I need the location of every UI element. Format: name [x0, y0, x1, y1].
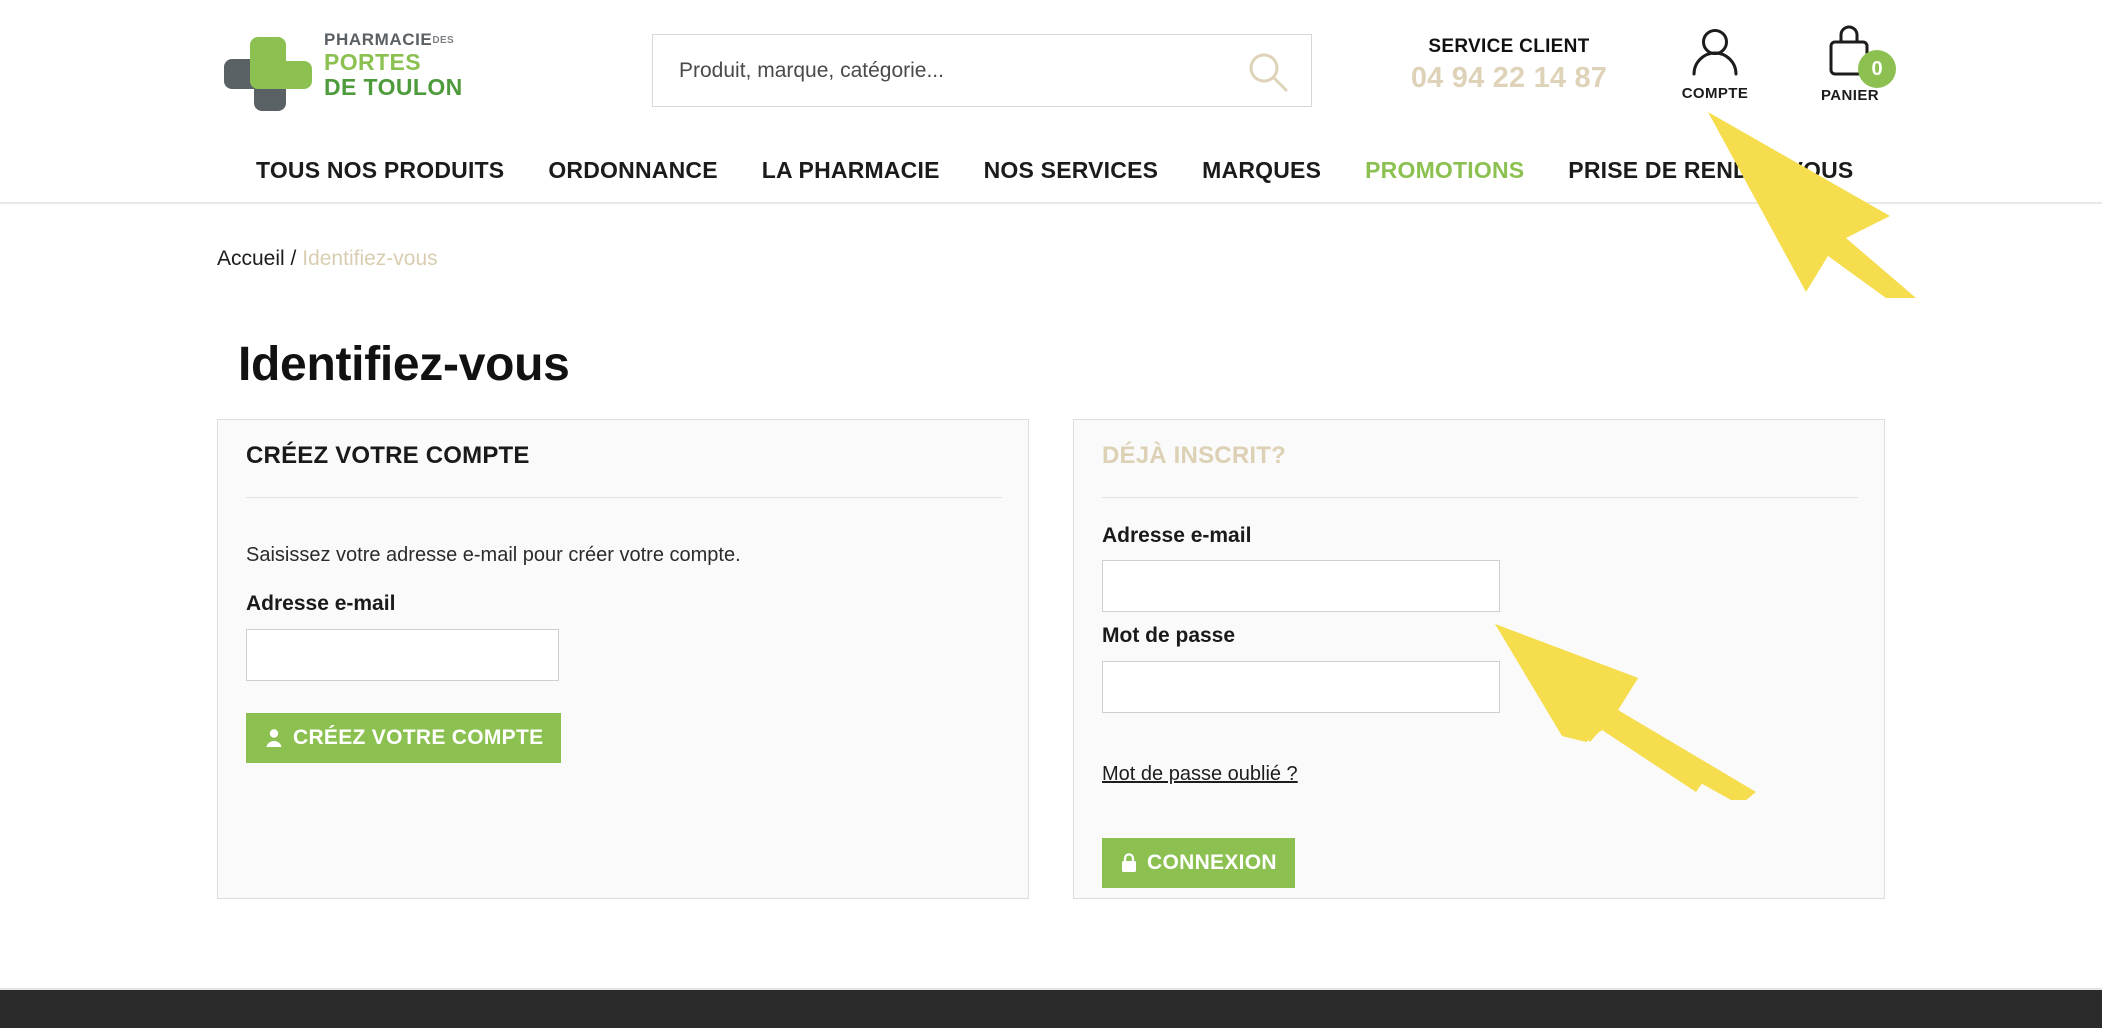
create-account-button[interactable]: CRÉEZ VOTRE COMPTE	[246, 713, 562, 763]
login-divider	[1102, 497, 1858, 498]
account-label: COMPTE	[1681, 85, 1749, 102]
user-icon	[1692, 29, 1738, 76]
customer-service-block: SERVICE CLIENT 04 94 22 14 87	[1382, 36, 1636, 95]
logo-line2: PORTES	[324, 49, 421, 75]
login-button-label: CONNEXION	[1147, 851, 1277, 874]
login-password-label: Mot de passe	[1102, 624, 1236, 647]
search-box[interactable]	[652, 34, 1312, 107]
page-root: PHARMACIEDES PORTES DE TOULON SERVICE CL…	[0, 0, 2102, 1028]
cart-link[interactable]: 0 PANIER	[1790, 24, 1910, 104]
logo-line1: PHARMACIE	[324, 30, 433, 49]
create-account-title: CRÉEZ VOTRE COMPTE	[246, 442, 530, 469]
breadcrumb-separator: /	[290, 247, 297, 270]
customer-service-phone[interactable]: 04 94 22 14 87	[1382, 62, 1636, 95]
login-email-input[interactable]	[1102, 560, 1500, 612]
cart-count-badge: 0	[1858, 50, 1896, 88]
logo-line1-suffix: DES	[432, 35, 455, 46]
create-account-email-input[interactable]	[246, 629, 559, 681]
pharmacy-cross-logo-icon	[224, 37, 312, 111]
nav-bottom-divider	[0, 202, 2102, 204]
nav-list: TOUS NOS PRODUITS ORDONNANCE LA PHARMACI…	[256, 137, 1853, 203]
search-icon[interactable]	[1247, 51, 1289, 93]
create-account-button-label: CRÉEZ VOTRE COMPTE	[293, 726, 544, 749]
breadcrumb-current: Identifiez-vous	[302, 247, 438, 270]
lock-icon	[1122, 853, 1136, 872]
nav-item-marques[interactable]: MARQUES	[1202, 157, 1321, 184]
breadcrumb: Accueil / Identifiez-vous	[217, 247, 438, 271]
login-title: DÉJÀ INSCRIT?	[1102, 442, 1286, 469]
nav-item-tous-nos-produits[interactable]: TOUS NOS PRODUITS	[256, 157, 504, 184]
site-footer	[0, 990, 2102, 1028]
create-account-divider	[246, 497, 1002, 498]
page-title: Identifiez-vous	[238, 338, 570, 391]
create-account-email-label: Adresse e-mail	[246, 592, 396, 615]
main-navigation: TOUS NOS PRODUITS ORDONNANCE LA PHARMACI…	[0, 137, 2102, 203]
breadcrumb-home[interactable]: Accueil	[217, 247, 285, 270]
nav-item-promotions[interactable]: PROMOTIONS	[1365, 157, 1524, 184]
login-password-input[interactable]	[1102, 661, 1500, 713]
nav-item-nos-services[interactable]: NOS SERVICES	[984, 157, 1159, 184]
cart-label: PANIER	[1821, 87, 1879, 104]
logo-wordmark: PHARMACIEDES PORTES DE TOULON	[324, 31, 474, 99]
nav-item-prise-de-rendez-vous[interactable]: PRISE DE RENDEZ-VOUS	[1568, 157, 1853, 184]
create-account-description: Saisissez votre adresse e-mail pour crée…	[246, 544, 741, 566]
forgot-password-link[interactable]: Mot de passe oublié ?	[1102, 763, 1298, 786]
account-link[interactable]: COMPTE	[1660, 26, 1770, 102]
customer-service-title: SERVICE CLIENT	[1428, 36, 1590, 57]
nav-item-la-pharmacie[interactable]: LA PHARMACIE	[762, 157, 940, 184]
user-icon	[266, 729, 282, 747]
nav-item-ordonnance[interactable]: ORDONNANCE	[548, 157, 717, 184]
search-input[interactable]	[679, 35, 1219, 106]
logo-line3: DE TOULON	[324, 74, 463, 100]
login-button[interactable]: CONNEXION	[1102, 838, 1295, 888]
site-logo[interactable]: PHARMACIEDES PORTES DE TOULON	[224, 27, 469, 115]
site-header: PHARMACIEDES PORTES DE TOULON SERVICE CL…	[0, 0, 2102, 137]
login-email-label: Adresse e-mail	[1102, 524, 1252, 547]
create-account-panel: CRÉEZ VOTRE COMPTE Saisissez votre adres…	[217, 419, 1029, 899]
login-panel: DÉJÀ INSCRIT? Adresse e-mail Mot de pass…	[1073, 419, 1885, 899]
